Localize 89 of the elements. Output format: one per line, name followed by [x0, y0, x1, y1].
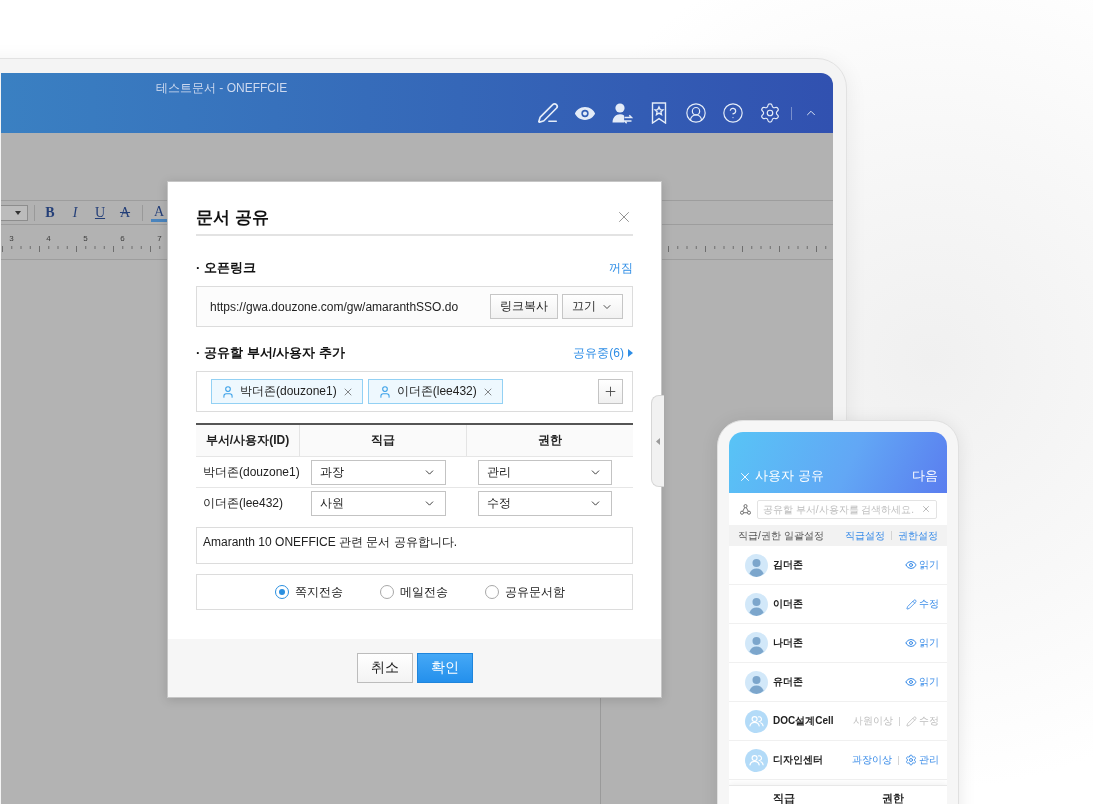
caret-icon: [656, 437, 660, 445]
permission-button[interactable]: 읽기: [905, 636, 939, 650]
settings-icon: [905, 754, 917, 766]
table-cell: 박더존(douzone1): [203, 463, 300, 481]
link-mode-dropdown[interactable]: 끄기: [562, 294, 623, 319]
rank-label[interactable]: 과장이상: [852, 753, 892, 767]
column-header-text: 권한: [538, 432, 562, 449]
send-option[interactable]: 메일전송: [380, 583, 448, 601]
radio-icon[interactable]: [275, 585, 289, 599]
pencil-icon[interactable]: [537, 102, 559, 124]
add-button[interactable]: [598, 379, 623, 404]
permission-select[interactable]: 수정: [478, 490, 612, 516]
plus-icon: [603, 384, 618, 399]
org-chart-icon[interactable]: [740, 503, 751, 515]
ruler-number: 5: [83, 234, 88, 244]
eye-icon: [905, 637, 917, 649]
tab[interactable]: 권한: [881, 791, 904, 804]
permission-button[interactable]: 읽기: [905, 675, 939, 689]
section-label: · 오픈링크: [196, 259, 256, 277]
help-icon[interactable]: [722, 102, 744, 124]
radio-icon[interactable]: [485, 585, 499, 599]
ruler-number: 3: [9, 234, 14, 244]
avatar-icon: [745, 592, 768, 616]
permission-button[interactable]: 수정: [906, 597, 939, 611]
user-chip[interactable]: 이더존(lee432): [367, 379, 503, 404]
tab[interactable]: 직급: [772, 791, 795, 804]
column-header-text: 부서/사용자(ID): [205, 432, 290, 449]
group-avatar-icon: [745, 748, 768, 772]
rank-select[interactable]: 사원: [311, 490, 446, 516]
message-field[interactable]: Amaranth 10 ONEFFICE 관련 문서 공유합니다.: [196, 527, 633, 564]
permission-select[interactable]: 관리: [478, 459, 612, 485]
search-field[interactable]: 공유할 부서/사용자를 검색하세요.: [757, 499, 937, 519]
member-name: 유더존: [773, 675, 804, 689]
avatar-icon: [745, 670, 768, 694]
user-chip[interactable]: 박더존(douzone1): [211, 379, 363, 404]
bulk-action-link[interactable]: 직급설정: [845, 528, 885, 543]
member-name: 디자인센터: [773, 753, 824, 767]
ruler-number: 4: [46, 234, 51, 244]
confirm-button[interactable]: 확인: [416, 653, 473, 683]
chip-label: 이더존(lee432): [396, 383, 477, 400]
ruler-number: 7: [157, 234, 162, 244]
eye-icon: [905, 676, 917, 688]
pencil-icon: [906, 715, 917, 727]
chip-label: 박더존(douzone1): [240, 383, 337, 400]
phone-title: 사용자 공유: [755, 468, 825, 484]
caret-icon: [628, 349, 633, 357]
rank-select[interactable]: 과장: [311, 459, 446, 485]
member-name: 이더존: [773, 597, 804, 611]
settings-icon[interactable]: [759, 102, 781, 124]
pencil-icon: [906, 598, 917, 610]
table-cell: 이더존(lee432): [203, 494, 284, 512]
user-circle-icon[interactable]: [685, 102, 707, 124]
eye-icon: [905, 559, 917, 571]
eye-icon[interactable]: [574, 105, 596, 121]
avatar-icon: [745, 631, 768, 655]
format-button[interactable]: B: [41, 203, 59, 222]
user-icon: [377, 384, 392, 399]
window-title: 테스트문서 - ONEFFCIE: [156, 81, 288, 96]
format-button[interactable]: I: [66, 203, 84, 222]
radio-icon[interactable]: [380, 585, 394, 599]
font-dropdown[interactable]: [1, 204, 28, 221]
column-header-text: 직급: [371, 432, 395, 449]
cancel-button[interactable]: 취소: [356, 653, 413, 683]
send-option[interactable]: 공유문서함: [485, 583, 565, 601]
format-button[interactable]: U: [91, 203, 109, 222]
send-option[interactable]: 쪽지전송: [275, 583, 343, 601]
member-name: DOC설계Cell: [773, 714, 835, 728]
bulk-action-link[interactable]: 권한설정: [898, 528, 938, 543]
group-avatar-icon: [745, 709, 768, 733]
permission-button[interactable]: 읽기: [905, 558, 939, 572]
user-icon: [221, 384, 235, 399]
link-url: https://gwa.douzone.com/gw/amaranthSSO.do: [210, 299, 460, 314]
close-icon[interactable]: [738, 470, 752, 484]
user-swap-icon[interactable]: [611, 102, 633, 124]
ruler-number: 6: [120, 234, 125, 244]
bulk-settings-label: 직급/권한 일괄설정: [738, 528, 824, 543]
next-link[interactable]: 다음: [912, 468, 938, 484]
dialog-title: 문서 공유: [196, 206, 269, 229]
copy-link-button[interactable]: 링크복사: [490, 294, 558, 319]
link-status[interactable]: 꺼짐: [609, 259, 633, 277]
avatar-icon: [745, 553, 768, 577]
section-label: · 공유할 부서/사용자 추가: [196, 344, 345, 362]
shared-count-link[interactable]: 공유중(6): [573, 344, 633, 362]
permission-button[interactable]: 관리: [905, 753, 939, 767]
recipient-field[interactable]: 박더존(douzone1) 이더존(lee432): [196, 371, 633, 412]
caret-icon: [15, 210, 21, 215]
format-button[interactable]: A: [116, 203, 134, 222]
member-name: 나더존: [773, 636, 804, 650]
member-name: 김더존: [773, 558, 804, 572]
